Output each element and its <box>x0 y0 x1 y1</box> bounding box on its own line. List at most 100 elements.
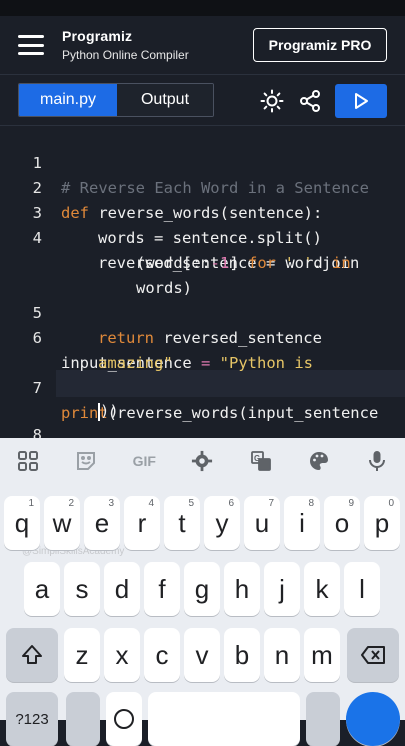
run-icon <box>355 93 368 109</box>
key-t[interactable]: 5t <box>164 496 200 550</box>
code-line: 7 print(reverse_words(input_sentence <box>0 351 405 422</box>
key-n[interactable]: n <box>264 628 300 682</box>
code-line: 9 <box>0 423 405 438</box>
menu-line <box>18 35 44 38</box>
key-x[interactable]: x <box>104 628 140 682</box>
svg-text:G: G <box>254 454 260 463</box>
brand-logo: Programiz <box>62 28 133 44</box>
key-q[interactable]: 1q <box>4 496 40 550</box>
shift-icon <box>22 645 42 664</box>
key-hint: 6 <box>228 498 234 509</box>
code-line: 4 reversed_sentence = ' '.join <box>0 201 405 272</box>
key-hint: 4 <box>148 498 154 509</box>
key-c[interactable]: c <box>144 628 180 682</box>
status-bar <box>0 0 405 16</box>
brand[interactable]: Programiz Python Online Compiler <box>62 28 189 62</box>
key-hint: 1 <box>28 498 34 509</box>
key-label: q <box>14 507 30 538</box>
programiz-pro-button[interactable]: Programiz PRO <box>253 28 387 62</box>
mic-icon[interactable] <box>359 443 395 479</box>
key-label: r <box>137 507 147 538</box>
editor-toolbar: main.py Output <box>0 74 405 126</box>
sticker-icon[interactable] <box>68 443 104 479</box>
backspace-icon <box>361 646 385 664</box>
key-f[interactable]: f <box>144 562 180 616</box>
menu-line <box>18 43 44 47</box>
key-w[interactable]: 2w <box>44 496 80 550</box>
key-row-4: ?123 <box>0 692 405 746</box>
code-line: )) <box>0 374 405 421</box>
key-hint: 8 <box>308 498 314 509</box>
gear-icon[interactable] <box>184 443 220 479</box>
enter-key[interactable] <box>346 692 400 746</box>
key-hint: 5 <box>188 498 194 509</box>
code-line: 5 return reversed_sentence <box>0 276 405 347</box>
key-hint: 3 <box>108 498 114 509</box>
backspace-key[interactable] <box>347 628 399 682</box>
code-line: words) <box>0 251 405 297</box>
code-line: 1 # Reverse Each Word in a Sentence <box>0 126 405 197</box>
key-p[interactable]: 0p <box>364 496 400 550</box>
key-row-3: zxcvbnm <box>0 628 405 682</box>
key-hint: 7 <box>268 498 274 509</box>
key-label: u <box>254 507 270 538</box>
key-e[interactable]: 3e <box>84 496 120 550</box>
brand-subtitle: Python Online Compiler <box>62 48 189 62</box>
key-hint: 9 <box>348 498 354 509</box>
space-key[interactable] <box>148 692 300 746</box>
code-line: 8 <box>0 398 405 438</box>
toolbar-actions <box>251 84 387 118</box>
code-line: amazing" <box>0 326 405 372</box>
comma-key[interactable] <box>66 692 100 746</box>
key-hint: 2 <box>68 498 74 509</box>
run-button[interactable] <box>335 84 387 118</box>
key-s[interactable]: s <box>64 562 100 616</box>
key-row-2: asdfghjkl <box>0 562 405 616</box>
gif-button[interactable]: GIF <box>126 443 162 479</box>
key-m[interactable]: m <box>304 628 340 682</box>
shift-key[interactable] <box>6 628 58 682</box>
tab-main-py[interactable]: main.py <box>19 84 117 116</box>
menu-button[interactable] <box>18 35 44 55</box>
palette-icon[interactable] <box>301 443 337 479</box>
code-line: (word[::-1] for word in <box>0 226 405 272</box>
sun-icon[interactable] <box>255 84 289 118</box>
key-label: i <box>299 507 305 538</box>
key-d[interactable]: d <box>104 562 140 616</box>
apps-icon[interactable] <box>10 443 46 479</box>
key-h[interactable]: h <box>224 562 260 616</box>
code-line: 6 input_sentence = "Python is <box>0 301 405 372</box>
key-k[interactable]: k <box>304 562 340 616</box>
key-g[interactable]: g <box>184 562 220 616</box>
file-tabs: main.py Output <box>18 83 214 117</box>
key-o[interactable]: 9o <box>324 496 360 550</box>
key-r[interactable]: 4r <box>124 496 160 550</box>
key-i[interactable]: 8i <box>284 496 320 550</box>
key-v[interactable]: v <box>184 628 220 682</box>
menu-line <box>18 52 44 55</box>
key-j[interactable]: j <box>264 562 300 616</box>
code-line: 2 def reverse_words(sentence): <box>0 151 405 222</box>
key-label: t <box>178 507 186 538</box>
on-screen-keyboard: GIF G @SimpliSkillsAcademy 1q2w3e4r5t6y7… <box>0 438 405 746</box>
key-row-1: 1q2w3e4r5t6y7u8i9o0p <box>0 496 405 550</box>
period-key[interactable] <box>306 692 340 746</box>
translate-icon[interactable]: G <box>243 443 279 479</box>
emoji-icon <box>114 709 134 729</box>
keyboard-toolbar: GIF G <box>0 438 405 484</box>
emoji-key[interactable] <box>106 692 142 746</box>
key-z[interactable]: z <box>64 628 100 682</box>
tab-output[interactable]: Output <box>117 84 213 116</box>
key-label: p <box>374 507 390 538</box>
key-b[interactable]: b <box>224 628 260 682</box>
key-label: e <box>94 507 110 538</box>
key-y[interactable]: 6y <box>204 496 240 550</box>
key-l[interactable]: l <box>344 562 380 616</box>
share-icon[interactable] <box>293 84 327 118</box>
top-bar: Programiz Python Online Compiler Program… <box>0 16 405 74</box>
code-editor[interactable]: 1 # Reverse Each Word in a Sentence 2 de… <box>0 126 405 438</box>
code-line: 3 words = sentence.split() <box>0 176 405 247</box>
symbols-key[interactable]: ?123 <box>6 692 58 746</box>
key-a[interactable]: a <box>24 562 60 616</box>
key-u[interactable]: 7u <box>244 496 280 550</box>
